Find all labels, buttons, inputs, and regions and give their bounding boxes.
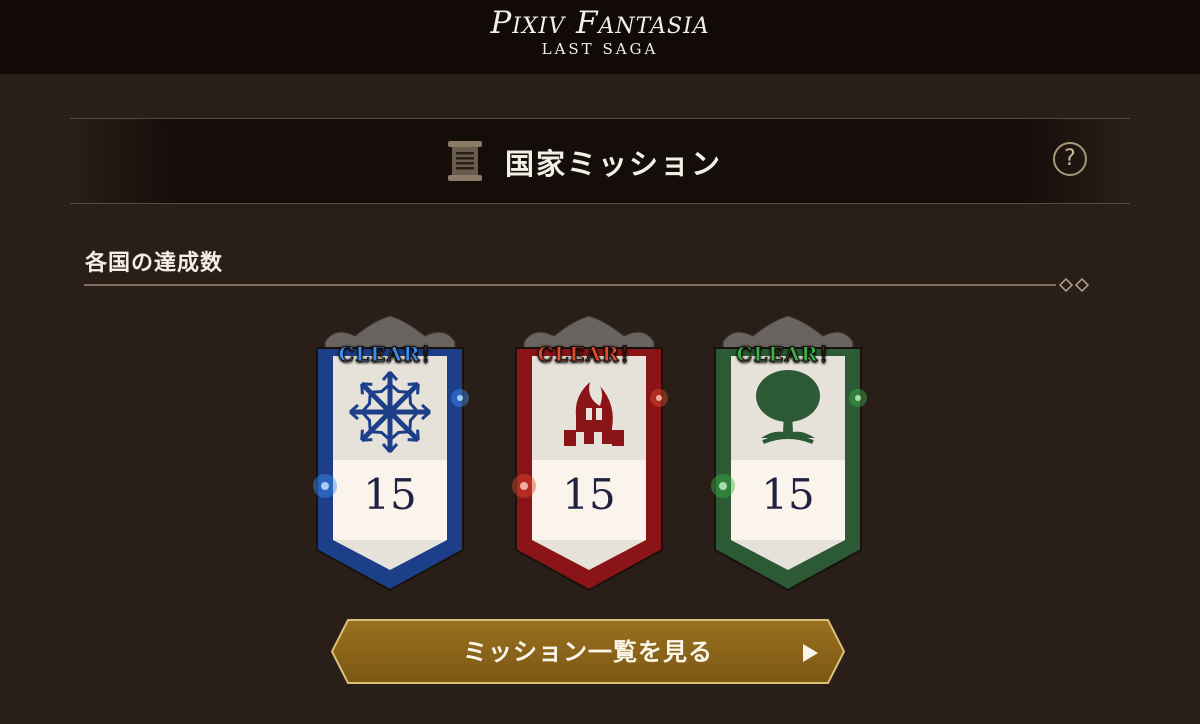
achievement-count: 15 <box>761 470 815 519</box>
page-title: 国家ミッション <box>505 147 723 181</box>
clear-badge: CLEAR！ <box>736 342 840 367</box>
section-divider <box>84 277 1090 293</box>
view-missions-label: ミッション一覧を見る <box>463 637 713 666</box>
section-title: 各国の達成数 <box>85 250 224 276</box>
achievement-count: 15 <box>363 470 417 519</box>
scroll-icon <box>448 141 482 181</box>
achievement-count: 15 <box>562 470 616 519</box>
logo-title: Pixiv Fantasia <box>490 5 710 41</box>
nation-banner: CLEAR！ <box>504 312 674 594</box>
view-missions-button[interactable]: ミッション一覧を見る <box>330 618 846 685</box>
nation-banner: CLEAR！ <box>305 312 475 594</box>
clear-badge: CLEAR！ <box>338 342 442 367</box>
nation-banner: CLEAR！ <box>703 312 873 594</box>
logo-subtitle: LAST SAGA <box>541 40 659 58</box>
top-bar: Pixiv Fantasia LAST SAGA <box>0 0 1200 74</box>
help-button[interactable]: ? <box>1053 142 1087 176</box>
clear-badge: CLEAR！ <box>537 342 641 367</box>
arrow-right-icon <box>803 644 818 662</box>
game-logo[interactable]: Pixiv Fantasia LAST SAGA <box>460 6 740 68</box>
